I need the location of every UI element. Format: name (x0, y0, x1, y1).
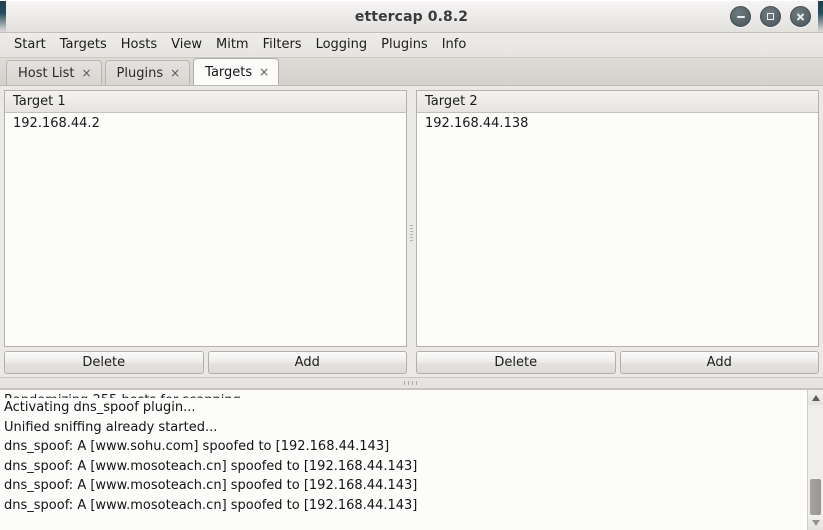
target2-column-header: Target 2 (417, 91, 818, 113)
target2-panel: Target 2 192.168.44.138 Delete Add (416, 90, 819, 377)
menu-item-logging[interactable]: Logging (309, 35, 375, 55)
log-line: dns_spoof: A [www.mosoteach.cn] spoofed … (4, 458, 418, 474)
menu-item-view[interactable]: View (164, 35, 209, 55)
log-scrollbar[interactable] (807, 390, 823, 530)
menu-item-info[interactable]: Info (435, 35, 474, 55)
log-line: Activating dns_spoof plugin... (4, 400, 196, 415)
target2-list[interactable]: Target 2 192.168.44.138 (416, 90, 819, 347)
target1-button-row: Delete Add (4, 347, 407, 377)
log-scrollbar-track[interactable] (808, 405, 823, 515)
tab-plugins-label: Plugins (116, 65, 164, 81)
maximize-button[interactable] (760, 6, 781, 27)
scroll-up-arrow-icon (811, 394, 820, 401)
list-item[interactable]: 192.168.44.138 (417, 113, 818, 134)
tab-host-list[interactable]: Host List × (6, 60, 102, 85)
tab-host-list-close-icon[interactable]: × (81, 67, 91, 79)
log-line: Randomizing 255 hosts for scanning... (2, 391, 807, 398)
maximize-icon (767, 13, 774, 20)
log-pane: Randomizing 255 hosts for scanning... Ac… (0, 389, 823, 530)
target2-button-row: Delete Add (416, 347, 819, 377)
tab-plugins[interactable]: Plugins × (104, 60, 191, 85)
menu-item-mitm[interactable]: Mitm (209, 35, 256, 55)
target1-list[interactable]: Target 1 192.168.44.2 (4, 90, 407, 347)
log-output[interactable]: Randomizing 255 hosts for scanning... Ac… (0, 390, 807, 530)
minimize-button[interactable] (730, 6, 751, 27)
target1-add-button[interactable]: Add (207, 351, 407, 374)
tab-host-list-label: Host List (18, 65, 75, 81)
menu-item-targets[interactable]: Targets (53, 35, 114, 55)
scroll-up-button[interactable] (808, 390, 823, 405)
target1-list-body: 192.168.44.2 (5, 113, 406, 346)
menu-bar: Start Targets Hosts View Mitm Filters Lo… (0, 33, 823, 58)
target1-column-header: Target 1 (5, 91, 406, 113)
target1-panel: Target 1 192.168.44.2 Delete Add (4, 90, 407, 377)
menu-item-start[interactable]: Start (7, 35, 53, 55)
log-line: dns_spoof: A [www.sohu.com] spoofed to [… (4, 439, 390, 454)
close-button[interactable] (790, 6, 811, 27)
targets-pane: Target 1 192.168.44.2 Delete Add Target … (0, 86, 823, 377)
title-bar: ettercap 0.8.2 (0, 0, 823, 33)
log-line: dns_spoof: A [www.mosoteach.cn] spoofed … (4, 497, 418, 513)
log-line: Unified sniffing already started... (4, 419, 218, 435)
tab-plugins-close-icon[interactable]: × (170, 67, 180, 79)
targets-vertical-splitter[interactable] (407, 90, 416, 377)
minimize-icon (736, 15, 745, 18)
window-controls (730, 1, 811, 32)
target1-delete-button[interactable]: Delete (4, 351, 204, 374)
window-edge-left (0, 1, 6, 32)
tab-targets-close-icon[interactable]: × (259, 66, 269, 78)
window-title: ettercap 0.8.2 (354, 8, 469, 25)
menu-item-plugins[interactable]: Plugins (374, 35, 435, 55)
scroll-down-button[interactable] (808, 515, 823, 530)
log-scrollbar-thumb[interactable] (810, 478, 821, 515)
main-horizontal-splitter[interactable] (0, 377, 823, 389)
close-icon (796, 12, 805, 21)
scroll-down-arrow-icon (811, 519, 820, 526)
target2-list-body: 192.168.44.138 (417, 113, 818, 346)
ettercap-window: ettercap 0.8.2 Start Targets Hosts View … (0, 0, 823, 530)
window-edge-right (818, 1, 823, 32)
tab-targets-label: Targets (205, 64, 253, 80)
log-line: dns_spoof: A [www.mosoteach.cn] spoofed … (4, 478, 418, 493)
target2-delete-button[interactable]: Delete (416, 351, 616, 374)
tab-targets[interactable]: Targets × (193, 58, 280, 85)
tab-bar: Host List × Plugins × Targets × (0, 58, 823, 86)
target2-add-button[interactable]: Add (619, 351, 819, 374)
menu-item-filters[interactable]: Filters (256, 35, 309, 55)
menu-item-hosts[interactable]: Hosts (114, 35, 164, 55)
list-item[interactable]: 192.168.44.2 (5, 113, 406, 134)
